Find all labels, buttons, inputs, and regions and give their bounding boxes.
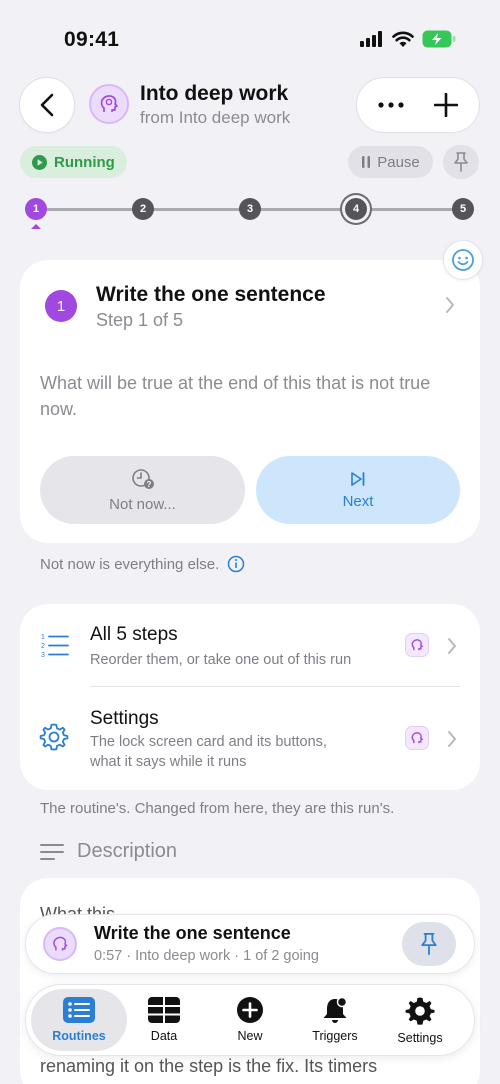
running-status-chip: Running	[20, 146, 127, 178]
row-subtitle-line2: what it says while it runs	[90, 754, 247, 770]
tab-routines[interactable]: Routines	[36, 996, 122, 1043]
now-running-title: Write the one sentence	[94, 923, 291, 943]
tab-new[interactable]: New	[207, 996, 293, 1043]
svg-text:3: 3	[41, 652, 45, 658]
progress-step-3[interactable]: 3	[239, 198, 261, 220]
chevron-left-icon	[40, 93, 54, 117]
next-button[interactable]: Next	[256, 456, 460, 524]
list-icon	[63, 997, 95, 1023]
status-time: 09:41	[64, 28, 120, 51]
tab-triggers[interactable]: Triggers	[292, 996, 378, 1043]
routine-avatar	[43, 927, 77, 961]
add-button[interactable]	[421, 83, 471, 127]
tab-label: Triggers	[312, 1029, 358, 1043]
not-now-button[interactable]: ? Not now...	[40, 456, 245, 524]
more-button[interactable]	[366, 83, 416, 127]
header-actions	[356, 77, 480, 133]
not-now-note: Not now is everything else.	[40, 555, 245, 573]
description-title: Description	[77, 840, 178, 862]
routine-subtitle: from Into deep work	[140, 108, 291, 127]
not-now-label: Not now...	[109, 495, 176, 513]
row-subtitle: Reorder them, or take one out of this ru…	[90, 652, 352, 668]
gear-icon	[39, 722, 69, 757]
step-prompt: What will be true at the end of this tha…	[40, 373, 431, 419]
current-step-caret	[31, 224, 41, 229]
routine-mini-icon	[405, 726, 429, 750]
routine-avatar	[89, 84, 129, 124]
svg-text:1: 1	[41, 634, 45, 641]
table-icon	[148, 997, 180, 1023]
skip-forward-icon	[351, 471, 365, 486]
description-text: renaming it on the step is the fix. Its …	[40, 1056, 378, 1076]
pause-button[interactable]: Pause	[348, 146, 433, 178]
step-number-badge: 1	[45, 290, 77, 322]
routine-mini-icon	[405, 633, 429, 657]
tab-label: New	[237, 1029, 263, 1043]
progress-step-5[interactable]: 5	[452, 198, 474, 220]
bell-icon	[323, 996, 348, 1023]
clock-question-icon: ?	[131, 468, 154, 489]
tab-label: Data	[150, 1029, 178, 1043]
info-icon[interactable]	[227, 555, 245, 573]
svg-text:?: ?	[146, 480, 151, 489]
chevron-right-icon	[445, 296, 455, 319]
head-brain-icon	[53, 936, 68, 951]
play-circle-icon	[32, 154, 47, 170]
progress-step-2[interactable]: 2	[132, 198, 154, 220]
battery-charging-icon	[422, 30, 456, 48]
head-brain-icon	[100, 95, 118, 112]
description-header: Description	[40, 840, 177, 863]
plus-icon	[433, 93, 458, 117]
tab-data[interactable]: Data	[121, 996, 207, 1043]
pin-icon	[454, 152, 468, 172]
text-lines-icon	[40, 843, 64, 860]
tab-settings[interactable]: Settings	[377, 996, 463, 1045]
pin-icon	[421, 932, 437, 956]
next-label: Next	[342, 492, 374, 510]
plus-circle-icon	[237, 997, 263, 1023]
gear-icon	[405, 997, 435, 1025]
status-icons	[360, 30, 456, 48]
pin-button[interactable]	[402, 922, 456, 966]
now-running-subtitle: 0:57 · Into deep work · 1 of 2 going	[94, 948, 319, 964]
pause-icon	[362, 156, 371, 168]
smiley-icon	[452, 249, 474, 271]
ellipsis-icon	[377, 102, 404, 108]
wifi-icon	[392, 31, 414, 47]
routine-title: Into deep work	[140, 82, 289, 105]
pin-button[interactable]	[443, 145, 479, 179]
row-title: All 5 steps	[90, 624, 178, 645]
step-title: Write the one sentence	[96, 283, 326, 306]
chevron-right-icon	[447, 637, 457, 660]
row-subtitle-line1: The lock screen card and its buttons,	[90, 734, 327, 750]
progress-step-4[interactable]: 4	[345, 198, 367, 220]
running-label: Running	[54, 153, 115, 171]
tab-label: Routines	[52, 1029, 106, 1043]
row-title: Settings	[90, 708, 159, 729]
rows-note: The routine's. Changed from here, they a…	[40, 800, 395, 817]
step-count: Step 1 of 5	[96, 310, 184, 330]
back-button[interactable]	[19, 77, 75, 133]
cellular-signal-icon	[360, 31, 382, 47]
chevron-right-icon	[447, 730, 457, 753]
pause-label: Pause	[377, 153, 420, 171]
tab-label: Settings	[397, 1031, 443, 1045]
numbered-list-icon: 1 2 3	[40, 632, 70, 663]
mood-button[interactable]	[443, 240, 483, 280]
svg-text:2: 2	[41, 643, 45, 650]
not-now-note-text: Not now is everything else.	[40, 555, 220, 573]
row-settings[interactable]: Settings The lock screen card and its bu…	[20, 687, 480, 790]
row-all-steps[interactable]: 1 2 3 All 5 steps Reorder them, or take …	[20, 604, 480, 686]
progress-step-1[interactable]: 1	[25, 198, 47, 220]
